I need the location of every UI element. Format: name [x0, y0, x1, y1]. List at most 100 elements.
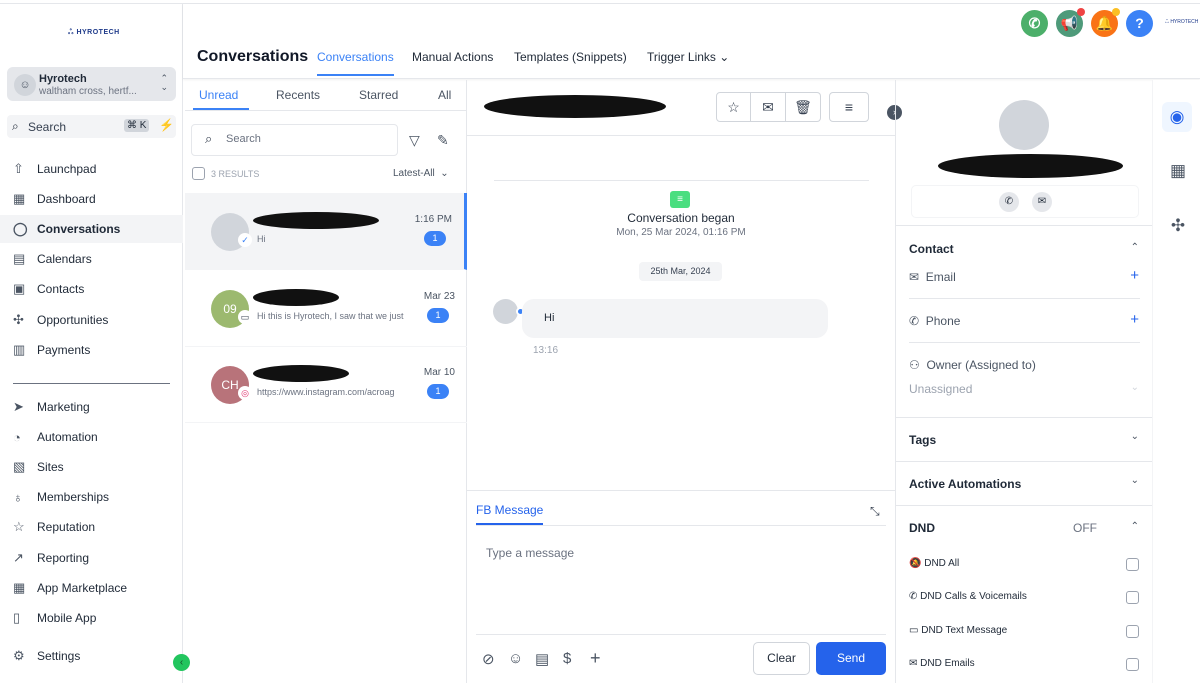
section-title: Active Automations	[909, 477, 1022, 491]
conversation-row[interactable]: ✓ Hi 1:16 PM 1	[185, 193, 467, 270]
notifications-button[interactable]: 🔔	[1091, 8, 1120, 37]
active-automations-section[interactable]: Active Automations ⌄	[896, 461, 1153, 505]
tab-recents[interactable]: Recents	[276, 88, 320, 102]
conversation-row[interactable]: CH ◎ https://www.instagram.com/acroag Ma…	[185, 346, 467, 423]
contact-section: Contact ⌃ ✉ Email + ✆ Phone + ⚇ Owner (A…	[896, 225, 1153, 418]
dollar-icon[interactable]: $	[563, 650, 571, 667]
sort-select[interactable]: Latest-All ⌄	[393, 168, 449, 179]
message-input[interactable]: Type a message	[476, 527, 886, 630]
mobile-app-icon: ▯	[13, 609, 21, 625]
sidebar-item-opportunities[interactable]: ✣ Opportunities	[0, 306, 183, 334]
document-icon[interactable]: ▤	[535, 650, 549, 668]
sidebar-item-automation[interactable]: ◔ Automation	[0, 423, 183, 451]
email-icon[interactable]: ✉	[1032, 192, 1052, 212]
help-button[interactable]: ?	[1126, 10, 1153, 37]
dnd-emails-checkbox[interactable]	[1126, 658, 1139, 671]
unread-badge: 1	[427, 307, 449, 323]
dnd-text-checkbox[interactable]	[1126, 625, 1139, 638]
attachment-icon[interactable]: ⊘	[482, 650, 495, 668]
chevron-up-icon[interactable]: ⌃	[1131, 521, 1139, 532]
send-button[interactable]: Send	[816, 642, 886, 675]
unread-badge: 1	[427, 384, 449, 399]
tab-all[interactable]: All	[438, 88, 451, 102]
reputation-icon: ☆	[13, 519, 25, 535]
select-all-checkbox[interactable]	[192, 167, 205, 180]
payments-icon: ▥	[13, 341, 26, 357]
owner-select[interactable]: Unassigned	[909, 382, 972, 396]
sort-label: Latest-All	[393, 168, 435, 179]
tab-fb-message[interactable]: FB Message	[476, 503, 544, 525]
sidebar-item-label: Mobile App	[37, 610, 97, 625]
dnd-emails: ✉ DND Emails	[909, 658, 975, 669]
chevron-updown-icon: ⌃ ⌄	[160, 73, 168, 92]
emoji-icon[interactable]: ☺	[508, 650, 523, 667]
dnd-all-checkbox[interactable]	[1126, 558, 1139, 571]
account-switcher[interactable]: ☺ Hyrotech waltham cross, hertf... ⌃ ⌄	[7, 67, 176, 101]
star-button[interactable]: ☆	[716, 92, 751, 122]
clear-button[interactable]: Clear	[753, 642, 810, 675]
sidebar-item-label: Dashboard	[37, 192, 96, 207]
announcement-button[interactable]: 📢	[1056, 8, 1085, 37]
sidebar-item-mobile-app[interactable]: ▯ Mobile App	[0, 604, 183, 632]
automation-icon: ◔	[13, 429, 21, 445]
filter-icon[interactable]: ▽	[409, 132, 420, 149]
profile-logo[interactable]: ஃ HYROTECH	[1165, 19, 1198, 25]
sidebar-item-launchpad[interactable]: ⇧ Launchpad	[0, 155, 183, 183]
sidebar-item-settings[interactable]: ⚙ Settings	[0, 642, 183, 670]
compose-icon[interactable]: ✎	[437, 132, 449, 149]
sidebar-item-app-marketplace[interactable]: ▦ App Marketplace	[0, 574, 183, 602]
message-time: 13:16	[533, 345, 559, 356]
sites-icon: ▧	[13, 459, 26, 475]
conversation-search-input[interactable]: ⌕ Search	[191, 124, 398, 156]
sidebar-item-payments[interactable]: ▥ Payments	[0, 336, 183, 364]
sidebar-item-label: Reporting	[37, 550, 90, 565]
plus-icon[interactable]: +	[590, 648, 601, 669]
chat-panel: ☆ ✉ 🗑 ≡ › ≡ Conversation began Mon, 25 M…	[467, 80, 902, 683]
add-email-button[interactable]: +	[1130, 267, 1139, 284]
delete-button[interactable]: 🗑	[786, 92, 821, 122]
sidebar-item-label: Sites	[37, 460, 64, 475]
conversation-row[interactable]: 09 ▭ Hi this is Hyrotech, I saw that we …	[185, 270, 467, 347]
dnd-calls-checkbox[interactable]	[1126, 591, 1139, 604]
phone-field[interactable]: ✆ Phone	[909, 314, 960, 328]
call-icon[interactable]: ✆	[999, 192, 1019, 212]
sidebar-item-memberships[interactable]: ♁ Memberships	[0, 483, 183, 511]
sidebar-item-marketing[interactable]: ➤ Marketing	[0, 393, 183, 421]
tab-starred[interactable]: Starred	[359, 88, 398, 102]
sidebar-item-label: Opportunities	[37, 312, 109, 327]
dnd-text: ▭ DND Text Message	[909, 625, 1008, 636]
sidebar-item-conversations[interactable]: ◯ Conversations	[0, 215, 183, 244]
sidebar-item-sites[interactable]: ▧ Sites	[0, 453, 183, 481]
search-icon: ⌕	[205, 131, 213, 146]
sidebar-item-reputation[interactable]: ☆ Reputation	[0, 513, 183, 541]
tab-templates[interactable]: Templates (Snippets)	[514, 50, 627, 74]
add-phone-button[interactable]: +	[1130, 311, 1139, 328]
sidebar-item-contacts[interactable]: ▣ Contacts	[0, 275, 183, 303]
divider	[909, 298, 1140, 299]
sidebar-item-dashboard[interactable]: ▦ Dashboard	[0, 185, 183, 213]
chevron-up-icon[interactable]: ⌃	[1131, 242, 1139, 253]
filter-messages-button[interactable]: ≡	[829, 92, 869, 122]
sidebar-item-calendars[interactable]: ▤ Calendars	[0, 245, 183, 273]
mark-unread-button[interactable]: ✉	[751, 92, 786, 122]
tags-section[interactable]: Tags ⌄	[896, 417, 1153, 461]
phone-button[interactable]: ✆	[1021, 10, 1048, 37]
email-field[interactable]: ✉ Email	[909, 270, 956, 284]
quick-actions: ✆ ✉	[911, 185, 1139, 218]
tab-conversations[interactable]: Conversations	[317, 50, 394, 76]
section-title: DND	[909, 521, 935, 535]
composer: FB Message ⤡ Type a message ⊘ ☺ ▤ $ + Cl…	[467, 490, 895, 683]
conversations-icon: ◯	[13, 221, 28, 237]
contact-profile-icon[interactable]: ◉	[1162, 102, 1192, 132]
sidebar-item-reporting[interactable]: ↗ Reporting	[0, 544, 183, 572]
tab-trigger-links[interactable]: Trigger Links ⌄	[647, 50, 729, 74]
tab-manual-actions[interactable]: Manual Actions	[412, 50, 493, 74]
sidebar-item-label: Launchpad	[37, 162, 97, 176]
owner-label: ⚇ Owner (Assigned to)	[909, 358, 1036, 372]
tab-unread[interactable]: Unread	[199, 88, 238, 102]
bolt-icon[interactable]: ⚡	[159, 118, 174, 132]
opportunities-icon[interactable]: ✣	[1165, 213, 1191, 239]
sidebar-search[interactable]: ⌕ Search ⌘ K ⚡	[7, 115, 176, 138]
calendar-icon[interactable]: ▦	[1165, 158, 1191, 184]
collapse-icon[interactable]: ⤡	[870, 504, 880, 519]
